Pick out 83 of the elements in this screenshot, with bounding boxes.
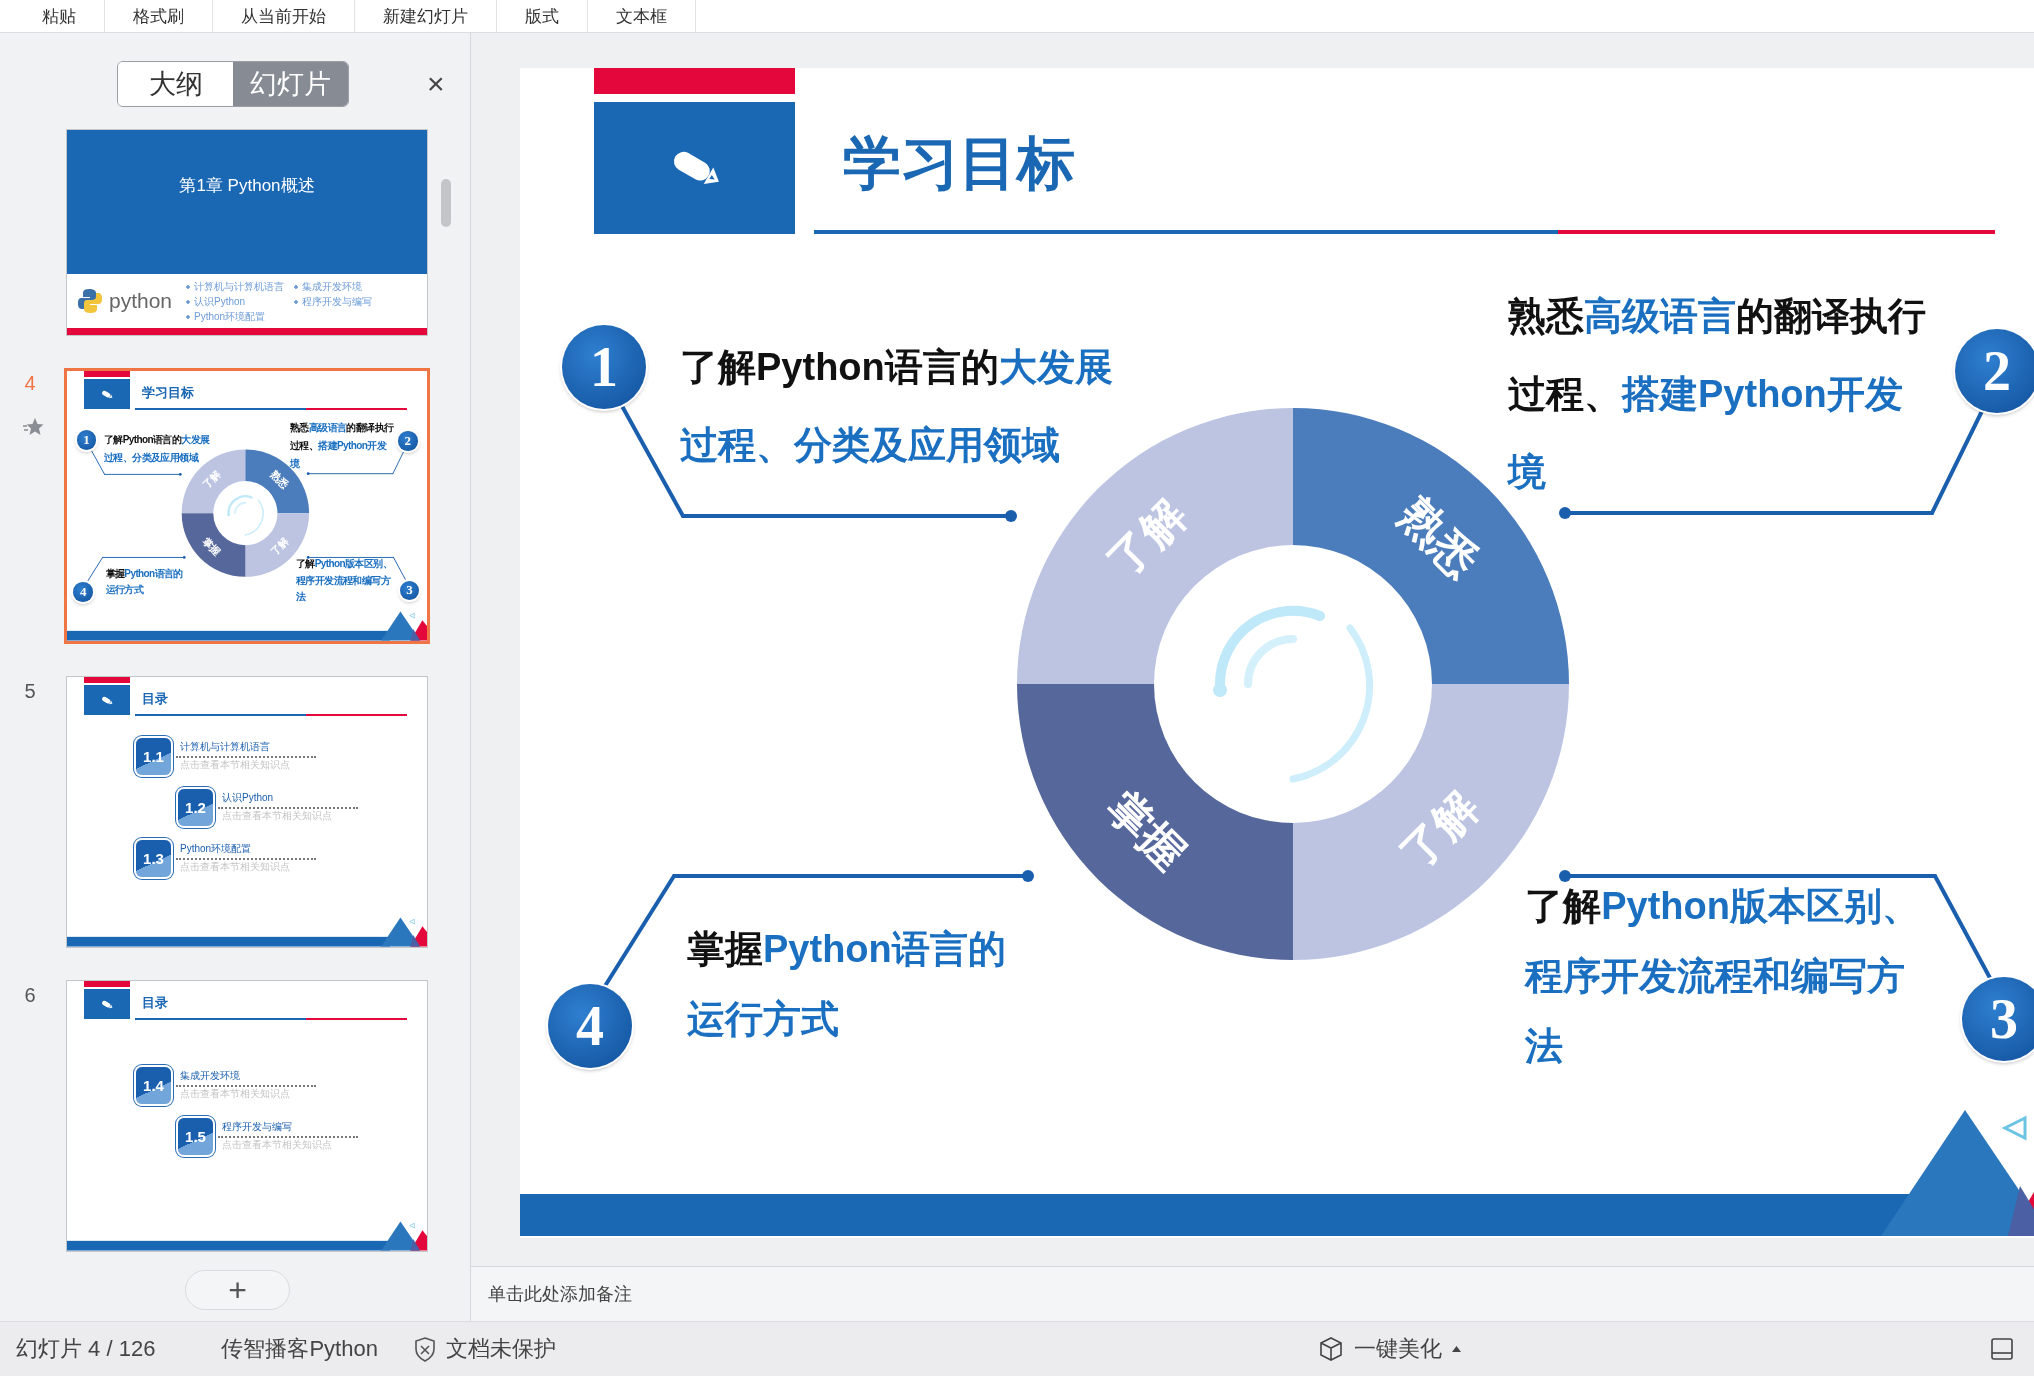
slide-number: 5 xyxy=(24,680,36,703)
beautify-button[interactable]: 一键美化 xyxy=(1311,1333,1467,1365)
section-badge: 1.1 xyxy=(136,737,171,775)
cover-title: 第1章 Python概述 xyxy=(179,175,315,194)
author-name: 传智播客Python xyxy=(221,1335,378,1363)
objective-text: 了解Python版本区别、 程序开发流程和编写方 法 xyxy=(1525,887,1920,1065)
ring-label: 掌握 xyxy=(1098,781,1196,879)
arc-drawing xyxy=(226,495,264,536)
objective-text: 了解Python语言的大发展 过程、分类及应用领域 xyxy=(680,348,1113,464)
section-title: 认识Python xyxy=(222,792,274,803)
cube-icon xyxy=(1317,1336,1344,1362)
connector-dot xyxy=(1022,870,1034,882)
connector-dot xyxy=(182,556,186,559)
number-badge: 1 xyxy=(76,430,97,450)
triangle-drawing xyxy=(381,917,427,947)
close-button[interactable]: × xyxy=(421,66,451,101)
number-badge: 3 xyxy=(399,580,420,601)
pencil-icon xyxy=(100,694,115,706)
section-badge: 1.2 xyxy=(178,788,213,826)
section-title: 程序开发与编写 xyxy=(222,1122,292,1132)
accent-bar xyxy=(84,981,131,987)
add-slide-button[interactable]: + xyxy=(185,1270,290,1310)
pencil-icon xyxy=(100,998,115,1010)
number-badge: 1 xyxy=(562,325,646,409)
slide-title: 目录 xyxy=(141,996,168,1010)
ring-label: 熟悉 xyxy=(1390,489,1488,587)
section-badge: 1.5 xyxy=(178,1118,213,1155)
slide-counter: 幻灯片 4 / 126 xyxy=(16,1335,156,1363)
connector-dot xyxy=(1559,507,1571,519)
triangle-drawing xyxy=(381,611,427,641)
connector-dot xyxy=(1005,510,1017,522)
ring-label: 了解 xyxy=(268,535,291,558)
ring-label: 了解 xyxy=(1098,489,1196,587)
section-badge: 1.4 xyxy=(136,1067,171,1104)
toolbar-button[interactable]: 从当前开始 xyxy=(213,0,355,32)
number-badge: 4 xyxy=(73,582,93,602)
accent-bar xyxy=(84,677,131,683)
slide-number: 6 xyxy=(24,984,36,1007)
slide-title: 学习目标 xyxy=(141,386,194,400)
number-badge: 4 xyxy=(548,984,632,1068)
pencil-icon xyxy=(100,388,115,400)
toolbar-button[interactable]: 文本框 xyxy=(588,0,696,32)
slide-number: 4 xyxy=(24,372,36,395)
toolbar-button[interactable]: 新建幻灯片 xyxy=(355,0,497,32)
toolbar-button[interactable]: 格式刷 xyxy=(105,0,213,32)
toolbar-button[interactable]: 版式 xyxy=(497,0,588,32)
connector-dot xyxy=(306,556,310,559)
caret-icon xyxy=(1451,1346,1461,1352)
toolbar-button[interactable]: 粘贴 xyxy=(14,0,105,32)
connector-dot xyxy=(306,472,310,476)
slide-title: 目录 xyxy=(141,692,168,706)
logo-text: python xyxy=(109,289,174,313)
notes-field[interactable]: 单击此处添加备注 xyxy=(486,1282,1090,1306)
shield-icon xyxy=(413,1336,436,1362)
section-badge: 1.3 xyxy=(136,839,171,877)
slide-thumbnail[interactable]: 第1章 Python概述 python 计算机与计算机语言 认识Python Python环境配置 集成开发环境 程序开发与编写 xyxy=(66,129,428,336)
connector-dot xyxy=(178,473,182,476)
panel-icon[interactable] xyxy=(1990,1337,2014,1361)
number-badge: 2 xyxy=(1955,329,2034,413)
number-badge: 3 xyxy=(1962,977,2034,1061)
protection-button[interactable]: 文档未保护 xyxy=(407,1333,562,1365)
slide-title: 学习目标 xyxy=(843,134,1075,192)
connector-dot xyxy=(1559,870,1571,882)
objective-text: 掌握Python语言的 运行方式 xyxy=(105,569,183,596)
ring-label: 熟悉 xyxy=(268,468,291,491)
slide-thumbnail[interactable]: 学习目标 了解 熟悉 了解 掌握 了解Python语言的大发展 过程、分类及应用领域 熟悉高级语言的翻译执行 过程、搭建Python开发 境 掌握Python语言的 运行方式 了解Python版本区别、 程序开发流程和编写方 法 1 2 4 3 xyxy=(64,368,430,644)
panel-tab[interactable]: 大纲 xyxy=(118,61,233,106)
objective-text: 熟悉高级语言的翻译执行 过程、搭建Python开发 境 xyxy=(290,423,394,470)
snake-logo-icon xyxy=(77,288,103,314)
number-badge: 2 xyxy=(398,431,418,451)
ring-label: 掌握 xyxy=(200,535,223,558)
objective-text: 掌握Python语言的 运行方式 xyxy=(687,930,1006,1038)
section-title: 集成开发环境 xyxy=(180,1071,240,1081)
section-title: Python环境配置 xyxy=(180,843,252,854)
ring-label: 了解 xyxy=(1390,781,1488,879)
objective-text: 了解Python语言的大发展 过程、分类及应用领域 xyxy=(103,435,210,463)
triangle-drawing xyxy=(381,1221,427,1251)
ring-label: 了解 xyxy=(200,468,223,491)
accent-bar xyxy=(84,371,131,377)
objective-text: 熟悉高级语言的翻译执行 过程、搭建Python开发 境 xyxy=(1508,297,1926,491)
section-title: 计算机与计算机语言 xyxy=(180,741,270,752)
scrollbar-thumb[interactable] xyxy=(441,179,451,227)
objective-text: 了解Python版本区别、 程序开发流程和编写方 法 xyxy=(295,559,393,602)
